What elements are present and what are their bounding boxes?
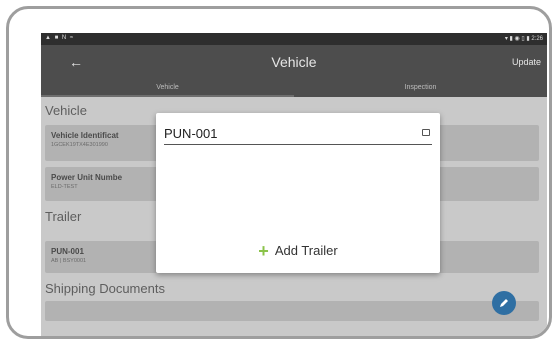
tab-indicator — [41, 95, 294, 97]
app-screen: ▲ ■ N ≈ ▾ ▮ ◉ ▯ ▮ 2:26 ← Vehicle Update … — [41, 33, 547, 336]
power-unit-card-value: ELD-TEST — [51, 184, 78, 190]
tab-inspection[interactable]: Inspection — [294, 84, 547, 91]
status-system-icons: ▾ ▮ ◉ ▯ ▮ 2:26 — [504, 36, 543, 42]
app-bar: ← Vehicle Update — [41, 45, 547, 81]
tablet-frame: ▲ ■ N ≈ ▾ ▮ ◉ ▯ ▮ 2:26 ← Vehicle Update … — [6, 6, 552, 339]
edit-fab-button[interactable] — [492, 291, 516, 315]
dropdown-box-icon[interactable] — [422, 129, 430, 136]
trailer-select-value: PUN-001 — [164, 126, 218, 141]
update-button[interactable]: Update — [512, 57, 541, 67]
vin-card-value: 1GCEK19TX4E301990 — [51, 142, 108, 148]
trailer-section-title: Trailer — [45, 209, 82, 224]
add-trailer-button[interactable]: + Add Trailer — [156, 241, 440, 262]
page-title: Vehicle — [271, 54, 317, 70]
trailer-card-title: PUN-001 — [51, 247, 84, 256]
tab-vehicle[interactable]: Vehicle — [41, 84, 294, 91]
shipping-card[interactable] — [45, 301, 539, 321]
plus-icon: + — [258, 241, 269, 261]
vehicle-section-title: Vehicle — [45, 103, 87, 118]
vin-card-title: Vehicle Identificat — [51, 131, 119, 140]
shipping-documents-section-title: Shipping Documents — [45, 281, 165, 296]
trailer-card-value: AB | BSY0001 — [51, 258, 87, 264]
trailer-dialog: PUN-001 + Add Trailer — [156, 113, 440, 273]
tab-bar: Vehicle Inspection — [41, 81, 547, 97]
pencil-icon — [500, 299, 508, 307]
power-unit-card-title: Power Unit Numbe — [51, 173, 123, 182]
trailer-select-field[interactable]: PUN-001 — [164, 123, 432, 145]
add-trailer-label: Add Trailer — [274, 243, 338, 258]
status-notifications: ▲ ■ N ≈ — [45, 35, 75, 41]
status-bar: ▲ ■ N ≈ ▾ ▮ ◉ ▯ ▮ 2:26 — [41, 33, 547, 45]
